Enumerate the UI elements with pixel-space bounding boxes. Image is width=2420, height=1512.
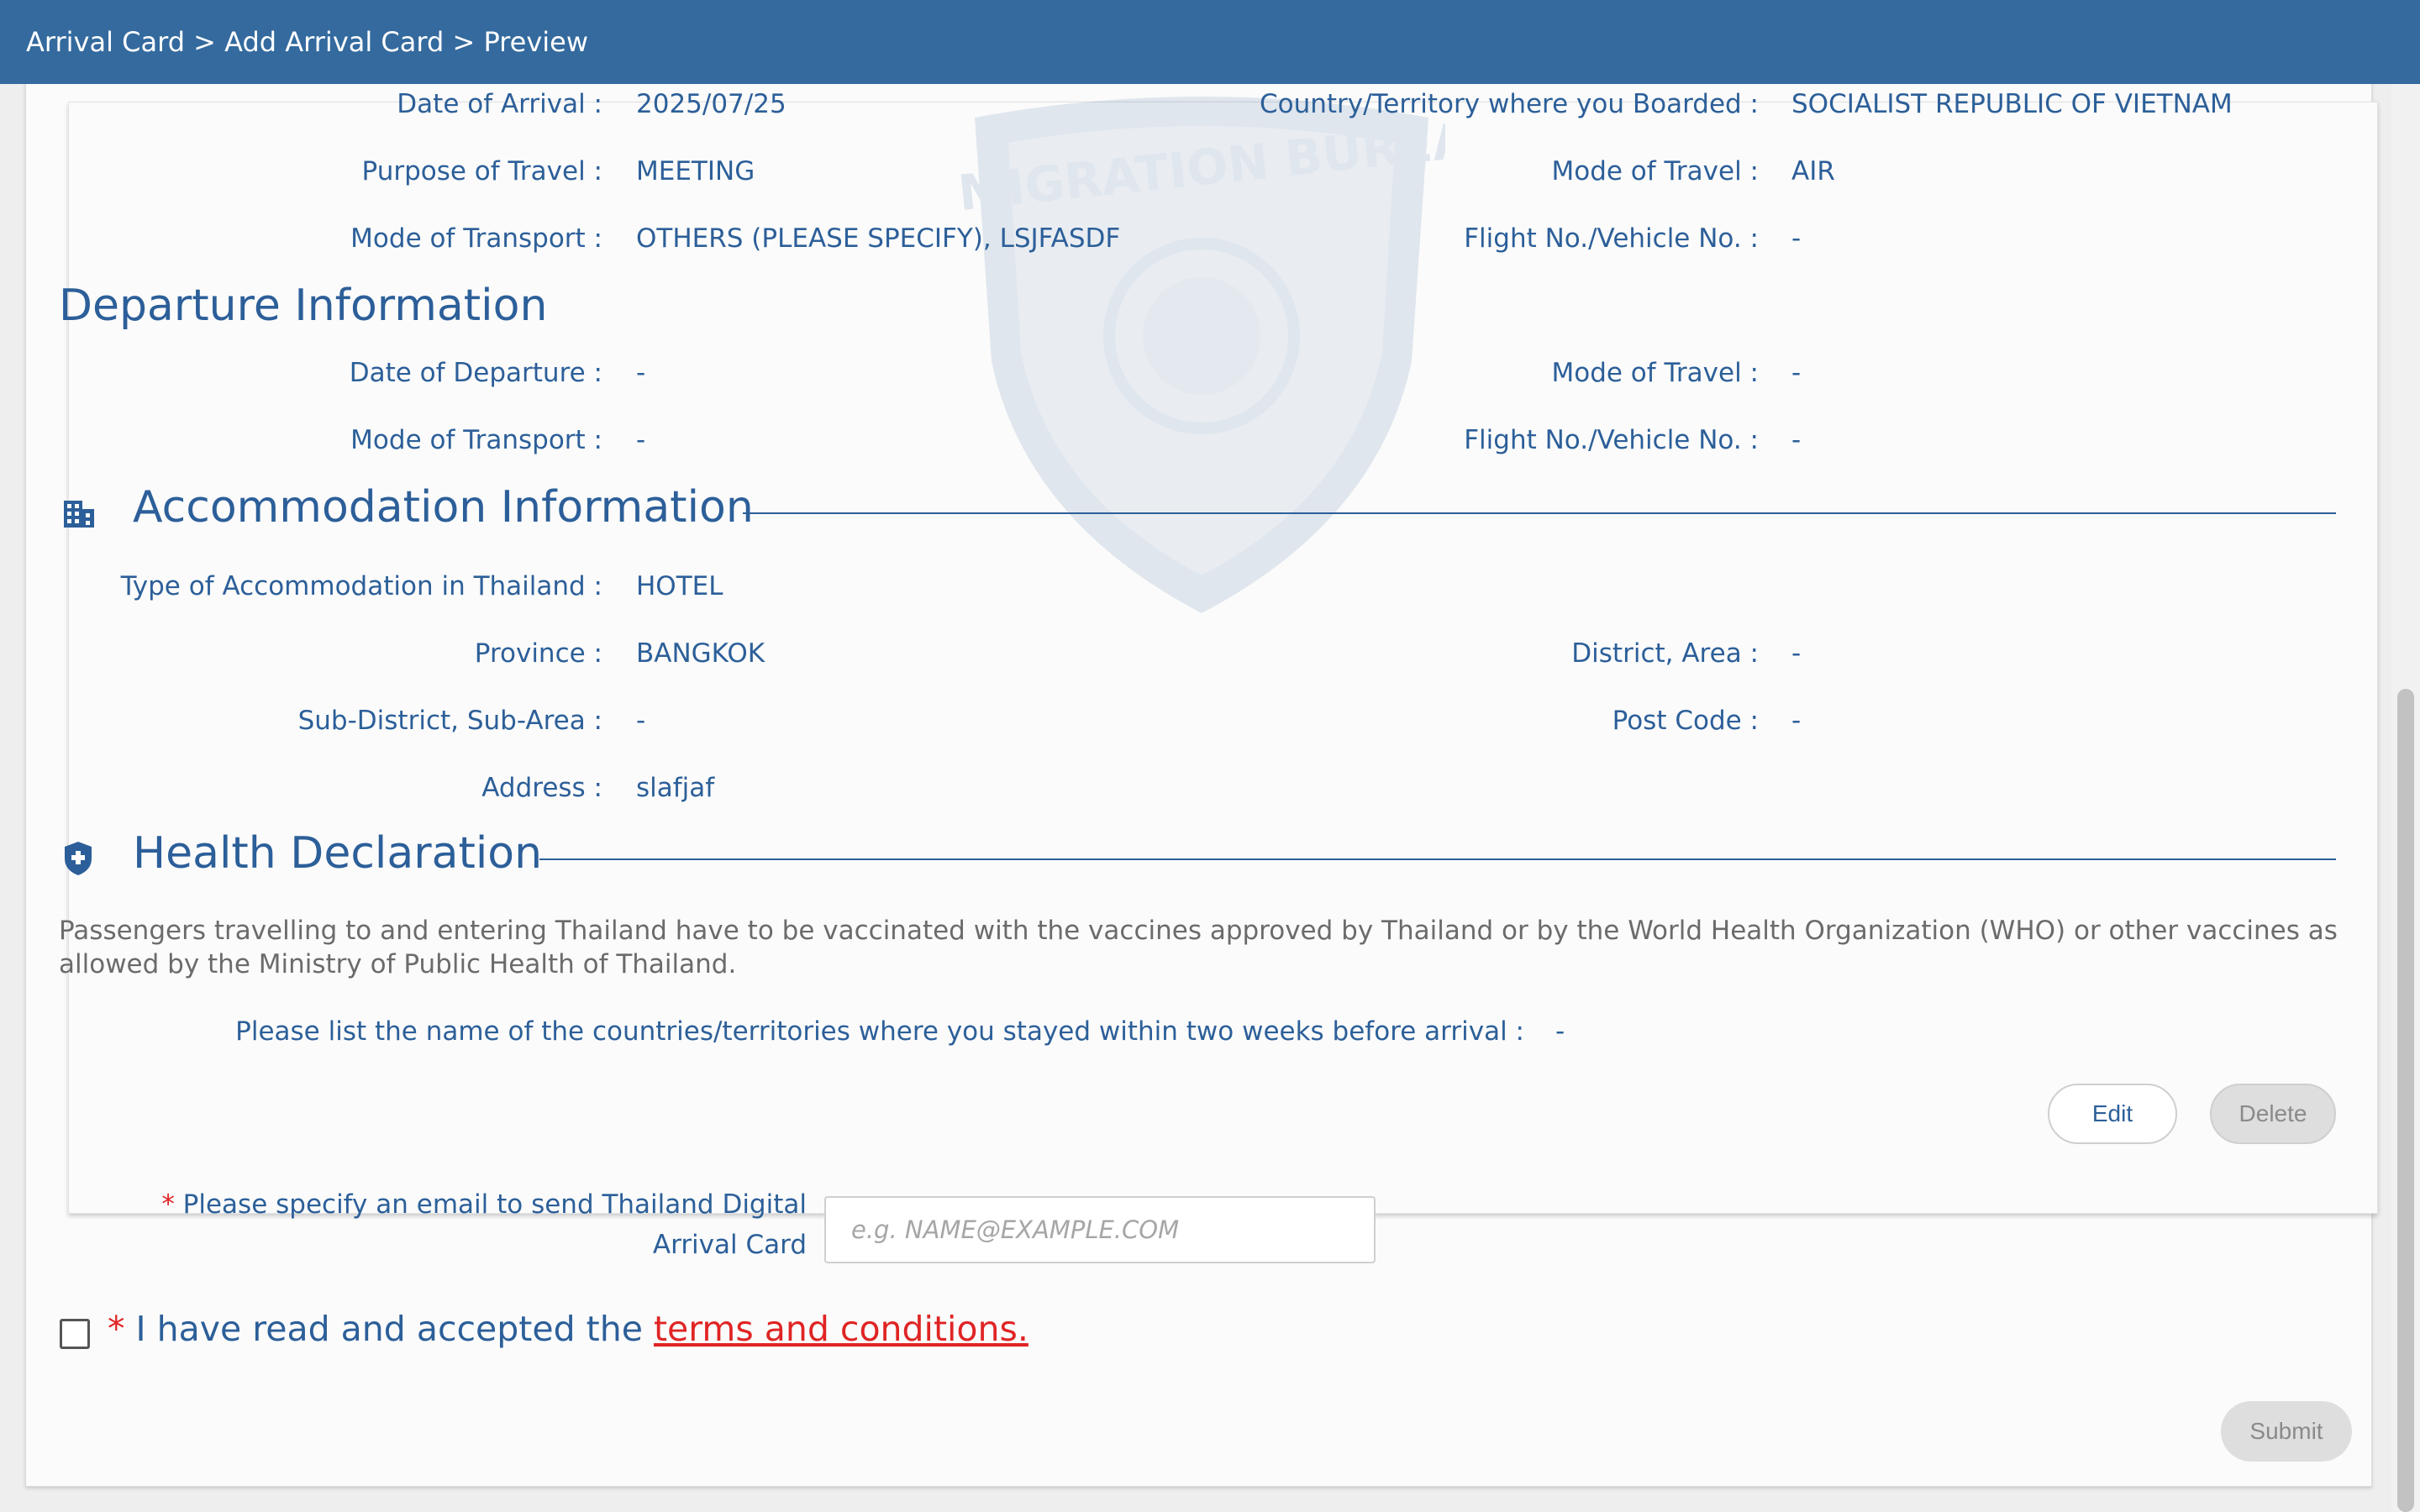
purpose-value: MEETING [636,156,755,186]
health-divider [539,858,2336,860]
arrival-mode-travel-label: Mode of Travel : [1551,156,1759,186]
terms-acceptance: * I have read and accepted the terms and… [108,1309,1028,1349]
subdistrict-value: - [636,706,646,736]
email-label-text: Please specify an email to send Thailand… [182,1189,807,1260]
boarded-country-value: SOCIALIST REPUBLIC OF VIETNAM [1791,89,2233,119]
breadcrumb-bar: Arrival Card > Add Arrival Card > Previe… [0,0,2420,84]
email-label: * Please specify an email to send Thaila… [101,1184,807,1265]
boarded-country-label: Country/Territory where you Boarded : [1260,89,1759,119]
province-value: BANGKOK [636,638,765,669]
medical-shield-icon [65,842,92,875]
vaccination-notice: Passengers travelling to and entering Th… [59,916,2338,979]
immigration-bureau-watermark: IMMIGRATION BUREAU [958,97,1445,613]
accommodation-divider [743,512,2336,514]
arrival-mode-transport-label: Mode of Transport : [350,223,602,254]
accommodation-type-value: HOTEL [636,571,723,601]
terms-required-mark: * [108,1309,125,1349]
building-icon [64,501,94,528]
edit-button[interactable]: Edit [2048,1084,2177,1144]
terms-text: I have read and accepted the [135,1309,643,1349]
postcode-label: Post Code : [1612,706,1759,736]
departure-mode-travel-label: Mode of Travel : [1551,358,1759,388]
address-value: slafjaf [636,773,715,803]
delete-button[interactable]: Delete [2210,1084,2336,1144]
arrival-date-value: 2025/07/25 [636,89,786,119]
arrival-mode-transport-value: OTHERS (PLEASE SPECIFY), LSJFASDF [636,223,1121,254]
district-label: District, Area : [1571,638,1759,669]
district-value: - [1791,638,1802,669]
accommodation-type-label: Type of Accommodation in Thailand : [120,571,602,601]
breadcrumb: Arrival Card > Add Arrival Card > Previe… [26,26,588,58]
purpose-label: Purpose of Travel : [361,156,602,186]
terms-checkbox[interactable] [60,1319,90,1349]
departure-flight-label: Flight No./Vehicle No. : [1464,425,1759,455]
terms-link[interactable]: terms and conditions. [654,1309,1028,1349]
health-section-title: Health Declaration [133,828,543,879]
accommodation-section-title: Accommodation Information [133,482,754,533]
departure-date-value: - [636,358,646,388]
scrollbar-thumb[interactable] [2397,689,2414,1512]
arrival-mode-travel-value: AIR [1791,156,1835,186]
arrival-flight-label: Flight No./Vehicle No. : [1464,223,1759,254]
email-required-mark: * [161,1189,175,1220]
postcode-value: - [1791,706,1802,736]
arrival-date-label: Date of Arrival : [397,89,602,119]
departure-date-label: Date of Departure : [349,358,602,388]
arrival-flight-value: - [1791,223,1802,254]
subdistrict-label: Sub-District, Sub-Area : [297,706,602,736]
province-label: Province : [474,638,602,669]
submit-button[interactable]: Submit [2221,1401,2352,1462]
departure-section-title: Departure Information [59,281,548,331]
departure-flight-value: - [1791,425,1802,455]
countries-stayed-value: - [1555,1016,1565,1047]
departure-mode-travel-value: - [1791,358,1802,388]
address-label: Address : [481,773,602,803]
countries-stayed-label: Please list the name of the countries/te… [235,1016,1524,1047]
departure-mode-transport-label: Mode of Transport : [350,425,602,455]
departure-mode-transport-value: - [636,425,646,455]
email-input[interactable] [824,1196,1376,1263]
